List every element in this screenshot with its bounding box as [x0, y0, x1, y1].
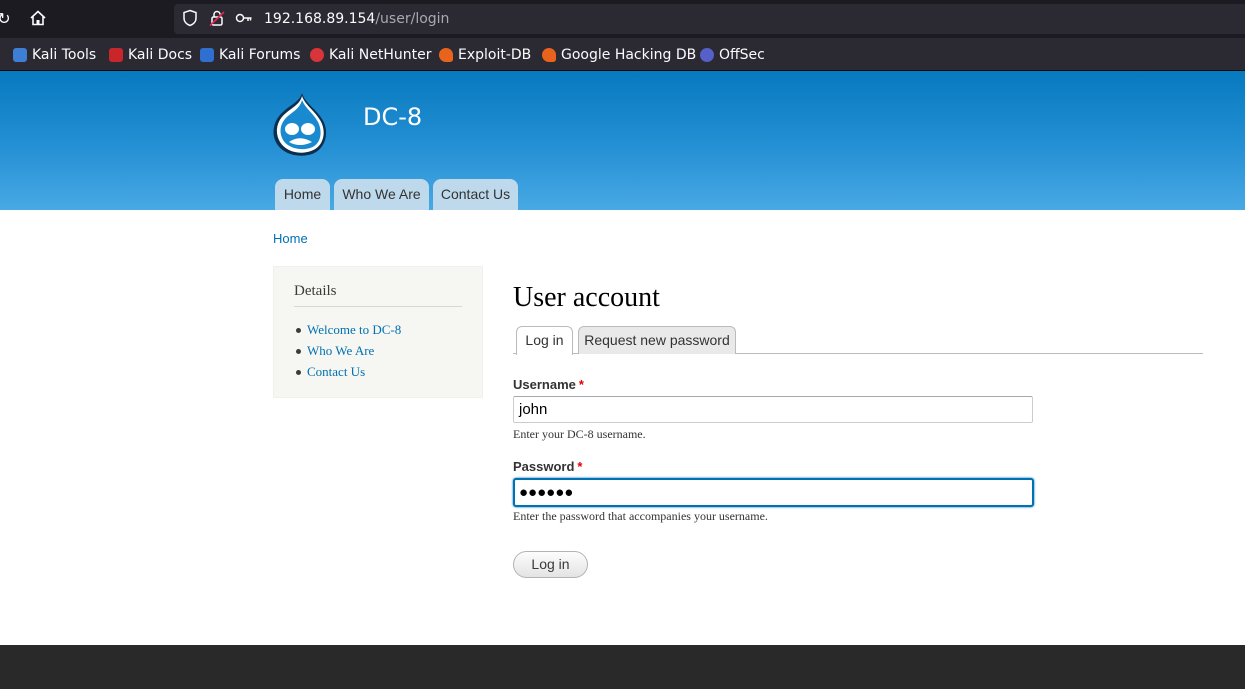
bookmark-label: Kali Tools — [32, 46, 97, 63]
bookmark-label: Kali Forums — [219, 46, 301, 63]
sidebar-link-welcome[interactable]: Welcome to DC-8 — [295, 323, 401, 344]
bookmark-label: OffSec — [719, 46, 765, 63]
site-name[interactable]: DC-8 — [363, 103, 422, 131]
main-menu-home[interactable]: Home — [275, 179, 330, 210]
bookmark-label: Exploit-DB — [458, 46, 532, 63]
bookmark-label: Kali Docs — [128, 46, 193, 63]
bookmark-label: Kali NetHunter — [329, 46, 432, 63]
sidebar-link-who-we-are[interactable]: Who We Are — [295, 344, 401, 365]
main-menu-who-we-are[interactable]: Who We Are — [334, 179, 429, 210]
kali-docs-icon — [109, 47, 123, 62]
username-label-text: Username — [513, 377, 576, 392]
exploit-db-icon — [439, 47, 453, 62]
page-title: User account — [513, 282, 660, 313]
main-menu-contact-us[interactable]: Contact Us — [433, 179, 518, 210]
bookmark-offsec[interactable]: OffSec — [700, 38, 765, 71]
url-host: 192.168.89.154 — [264, 11, 376, 27]
ghdb-icon — [542, 47, 556, 62]
bookmarks-bar: Kali Tools Kali Docs Kali Forums Kali Ne… — [0, 38, 1245, 71]
bookmark-kali-docs[interactable]: Kali Docs — [109, 38, 192, 71]
url-path: /user/login — [375, 11, 450, 27]
url-text[interactable]: 192.168.89.154/user/login — [264, 4, 449, 34]
password-description: Enter the password that accompanies your… — [513, 509, 768, 523]
bookmark-exploit-db[interactable]: Exploit-DB — [439, 38, 531, 71]
insecure-lock-icon[interactable] — [208, 9, 226, 29]
sidebar-links: Welcome to DC-8 Who We Are Contact Us — [295, 323, 401, 386]
bookmark-google-hacking-db[interactable]: Google Hacking DB — [542, 38, 696, 71]
bookmark-kali-tools[interactable]: Kali Tools — [13, 38, 96, 71]
kali-forums-icon — [200, 47, 214, 62]
site-footer — [0, 645, 1245, 689]
drupal-logo-icon[interactable] — [272, 91, 330, 157]
bookmark-kali-nethunter[interactable]: Kali NetHunter — [310, 38, 431, 71]
required-marker: * — [577, 459, 583, 474]
home-icon[interactable] — [28, 9, 48, 29]
sidebar-details: Details Welcome to DC-8 Who We Are Conta… — [273, 266, 483, 398]
tab-log-in[interactable]: Log in — [516, 326, 573, 355]
shield-icon[interactable] — [181, 9, 199, 29]
tab-request-new-password[interactable]: Request new password — [578, 326, 736, 354]
username-input[interactable]: john — [513, 396, 1033, 423]
bookmark-label: Google Hacking DB — [561, 46, 697, 63]
site-header: DC-8 Home Who We Are Contact Us — [0, 71, 1245, 210]
bookmark-kali-forums[interactable]: Kali Forums — [200, 38, 300, 71]
sidebar-link-contact-us[interactable]: Contact Us — [295, 365, 401, 386]
sidebar-title: Details — [294, 283, 462, 307]
browser-toolbar: ↻ 192.168.89.154/user/login — [0, 0, 1245, 38]
breadcrumb-home-link[interactable]: Home — [273, 231, 308, 246]
log-in-button[interactable]: Log in — [513, 551, 588, 578]
username-label: Username * — [513, 377, 584, 392]
username-description: Enter your DC-8 username. — [513, 427, 646, 441]
password-input[interactable]: ●●●●●● — [513, 478, 1034, 507]
key-icon[interactable] — [235, 9, 253, 29]
password-label-text: Password — [513, 459, 575, 474]
reload-icon[interactable]: ↻ — [0, 9, 14, 29]
kali-tools-icon — [13, 47, 27, 62]
kali-nethunter-icon — [310, 47, 324, 62]
required-marker: * — [578, 377, 584, 392]
url-bar[interactable]: 192.168.89.154/user/login — [174, 4, 1245, 34]
offsec-icon — [700, 47, 714, 62]
password-label: Password * — [513, 459, 582, 474]
